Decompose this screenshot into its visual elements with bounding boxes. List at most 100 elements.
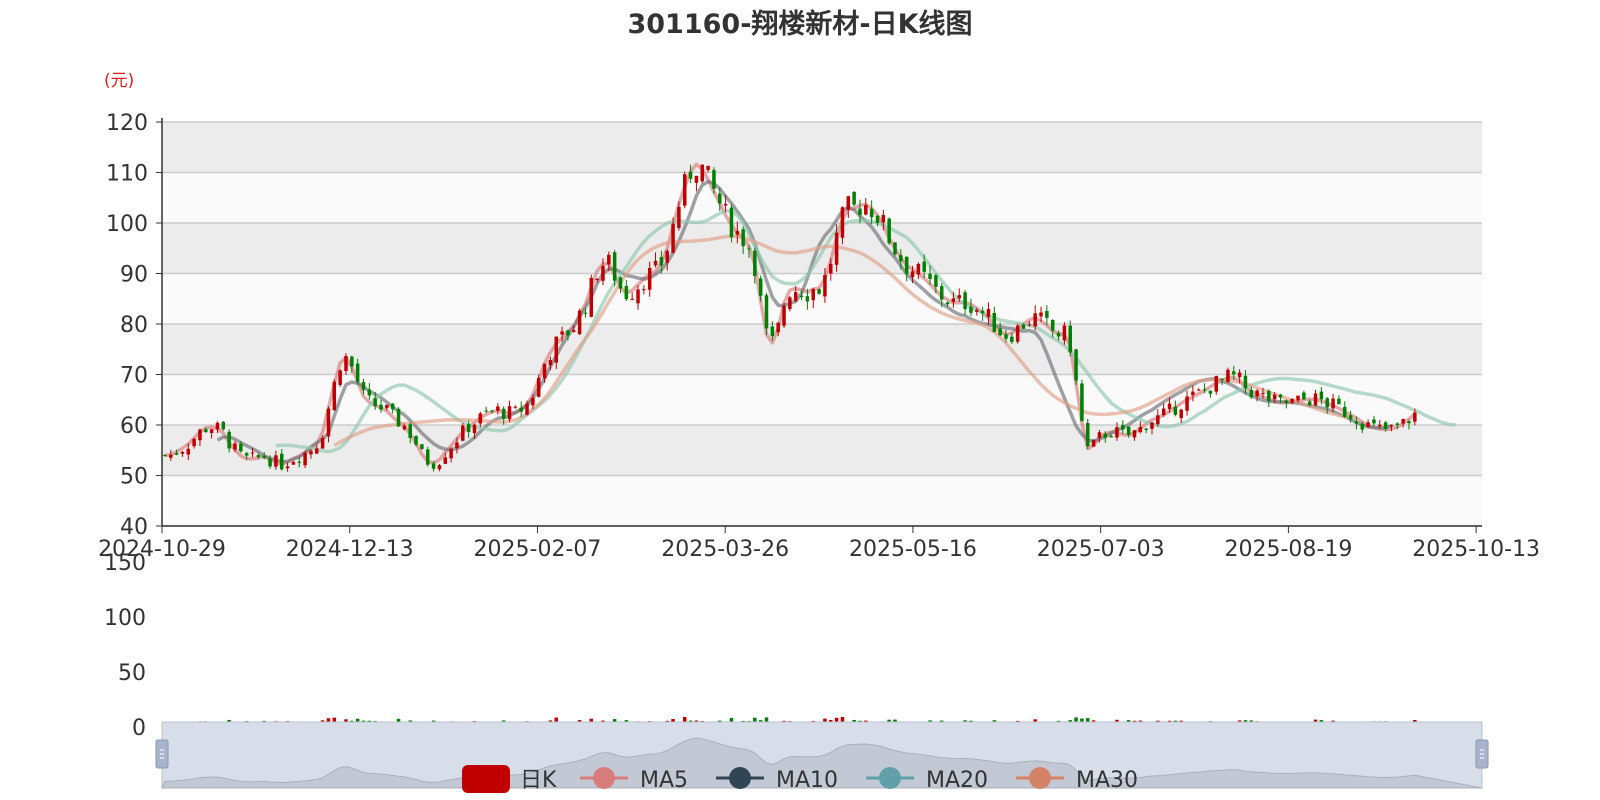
grid-band	[162, 172, 1482, 223]
candle-body	[501, 408, 506, 419]
candle-body	[770, 326, 775, 337]
candle-body	[1004, 334, 1008, 339]
candle-body	[910, 271, 915, 278]
candle-body	[1296, 395, 1300, 401]
candle-body	[496, 406, 500, 411]
candle-body	[671, 223, 675, 253]
candle-body	[426, 449, 430, 465]
y-tick-label: 50	[120, 465, 148, 490]
candle-body	[204, 429, 208, 433]
candle-body	[782, 305, 786, 326]
candle-body	[858, 208, 862, 215]
candle-body	[665, 251, 669, 263]
candle-body	[1097, 432, 1102, 438]
candle-body	[986, 309, 991, 317]
x-tick-label: 2025-02-07	[474, 537, 602, 562]
candle-body	[227, 431, 231, 449]
candle-body	[612, 252, 617, 281]
candle-body	[811, 289, 815, 301]
candle-body	[1115, 427, 1119, 438]
candle-body	[636, 289, 640, 304]
zoom-right-handle[interactable]	[1475, 739, 1489, 769]
zoom-left-handle[interactable]	[155, 739, 169, 769]
candle-body	[723, 203, 728, 206]
candle-body	[992, 313, 997, 333]
candle-body	[1138, 427, 1143, 433]
candle-body	[215, 422, 220, 430]
candle-body	[1173, 406, 1178, 415]
candle-body	[1062, 325, 1067, 341]
candle-body	[969, 306, 973, 313]
candle-body	[829, 263, 833, 274]
candle-body	[630, 298, 634, 300]
candle-body	[297, 461, 302, 463]
x-tick-label: 2025-05-16	[849, 537, 977, 562]
candle-body	[963, 292, 967, 310]
candle-body	[823, 275, 827, 297]
candle-body	[881, 214, 886, 223]
candle-body	[466, 424, 471, 433]
candle-body	[478, 413, 483, 424]
candle-body	[980, 310, 985, 314]
candle-body	[1255, 390, 1259, 397]
candle-body	[607, 254, 611, 265]
volume-tick-label: 50	[118, 661, 146, 686]
candle-body	[455, 442, 459, 449]
candle-body	[180, 451, 185, 454]
candle-body	[1185, 396, 1189, 411]
legend-item-ma10[interactable]: MA10	[716, 767, 838, 793]
candle-body	[1086, 423, 1090, 447]
candle-body	[303, 452, 307, 466]
candle-body	[1354, 421, 1359, 424]
legend-ma5-marker	[593, 767, 615, 789]
candle-body	[1080, 383, 1084, 421]
candle-body	[1313, 393, 1318, 406]
candle-body	[1150, 422, 1154, 429]
legend-item-ma20[interactable]: MA20	[866, 767, 988, 793]
candle-body	[741, 229, 745, 247]
x-tick-label: 2025-03-26	[661, 537, 789, 562]
candle-body	[1091, 439, 1096, 447]
candle-body	[647, 268, 652, 290]
candle-body	[893, 242, 897, 255]
candle-body	[975, 309, 979, 312]
candle-body	[560, 331, 564, 335]
candle-body	[1302, 392, 1306, 400]
candle-body	[904, 256, 909, 274]
legend-label-ma30: MA30	[1076, 768, 1138, 793]
legend-item-ma30[interactable]: MA30	[1016, 767, 1138, 793]
candle-body	[589, 277, 594, 317]
candle-body	[1342, 406, 1347, 417]
candle-body	[735, 231, 740, 235]
candle-body	[315, 448, 319, 454]
legend-label-ma5: MA5	[640, 768, 688, 793]
candle-body	[390, 403, 395, 410]
candle-body	[577, 310, 582, 335]
legend-item-kline[interactable]: 日K	[462, 765, 557, 793]
y-tick-label: 120	[106, 111, 148, 136]
candle-body	[513, 406, 518, 408]
candle-body	[1290, 398, 1294, 403]
price-grid	[162, 121, 1482, 527]
candle-body	[747, 248, 751, 250]
candle-body	[1179, 409, 1183, 418]
candle-body	[1220, 378, 1224, 380]
candle-body	[1167, 403, 1172, 409]
candle-body	[758, 278, 763, 296]
candle-body	[542, 363, 547, 379]
candle-body	[1348, 415, 1353, 420]
candle-body	[1360, 423, 1365, 430]
candle-body	[1366, 422, 1370, 427]
candle-body	[1243, 375, 1248, 389]
candle-body	[1121, 424, 1125, 430]
candle-body	[601, 265, 605, 281]
candle-body	[1208, 390, 1213, 394]
candle-body	[355, 363, 360, 382]
legend-label-ma10: MA10	[776, 768, 838, 793]
x-tick-label: 2025-07-03	[1037, 537, 1165, 562]
x-tick-label: 2025-08-19	[1224, 537, 1352, 562]
candle-body	[379, 404, 383, 410]
candle-body	[256, 455, 261, 458]
candle-body	[934, 275, 938, 287]
candle-body	[490, 410, 494, 412]
